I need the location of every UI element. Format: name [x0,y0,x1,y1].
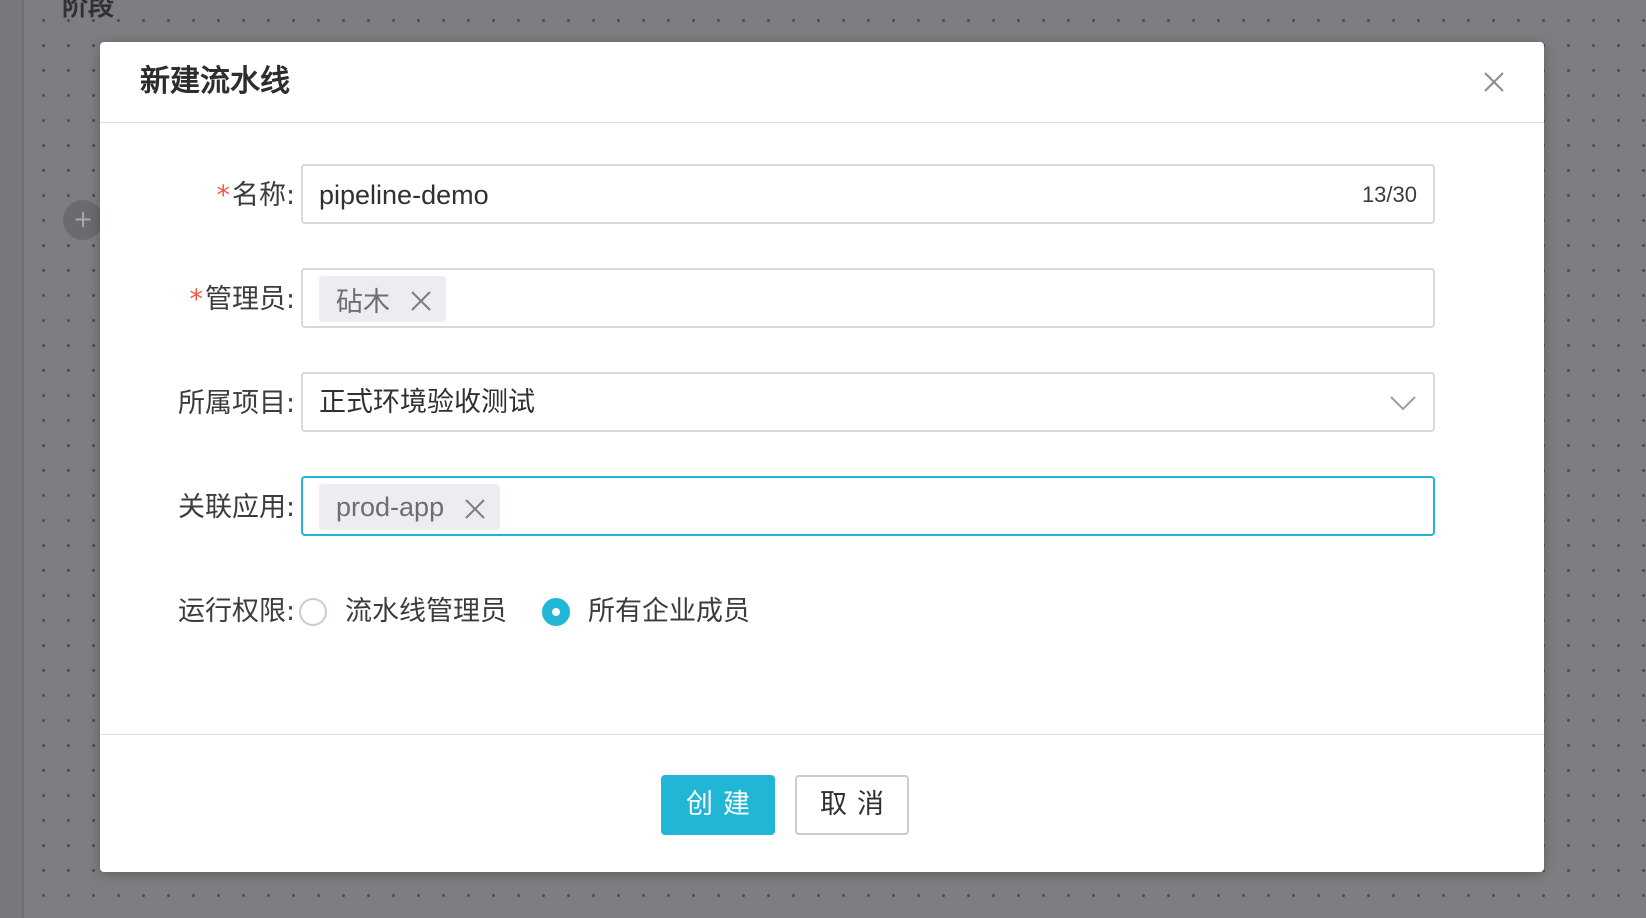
app-multiselect[interactable]: prod-app [301,476,1435,536]
required-mark: * [189,284,204,315]
chevron-down-icon[interactable] [1389,393,1417,413]
dialog-title: 新建流水线 [140,64,290,99]
admin-multiselect[interactable]: 砧木 [301,268,1435,328]
add-node-button[interactable]: + [63,200,103,240]
character-counter: 13/30 [1361,182,1417,207]
tag-remove-icon[interactable] [410,288,432,311]
app-label-text: 关联应用 [178,492,286,523]
radio-pipeline-admins[interactable]: 流水线管理员 [299,594,507,630]
permission-label-text: 运行权限 [178,596,286,627]
form-row-admin: *管理员 : 砧木 [100,268,1544,332]
project-label: 所属项目 [100,386,286,422]
cancel-button[interactable]: 取消 [795,775,909,835]
project-select[interactable]: 正式环境验收测试 [301,372,1435,432]
label-colon: : [286,284,296,315]
radio-label: 流水线管理员 [345,596,507,627]
close-button[interactable] [1476,64,1512,100]
project-select-value: 正式环境验收测试 [319,387,535,418]
project-label-text: 所属项目 [178,388,286,419]
name-label: *名称 [100,178,287,214]
label-colon: : [286,596,296,627]
admin-label-text: 管理员 [205,284,286,315]
new-pipeline-dialog: 新建流水线 *名称 : pipeline-demo 13/30 *管理员 : 砧… [100,42,1544,872]
admin-tag-label: 砧木 [336,286,390,318]
required-mark: * [216,180,231,211]
radio-circle[interactable] [299,598,327,626]
left-panel [0,0,24,918]
app-tag: prod-app [319,484,501,530]
radio-all-members[interactable]: 所有企业成员 [542,594,750,630]
tag-remove-icon[interactable] [464,496,486,519]
label-colon: : [286,492,296,523]
name-input[interactable]: pipeline-demo 13/30 [301,164,1435,224]
form-row-permission: 运行权限 : 流水线管理员 所有企业成员 [100,580,1544,644]
app-label: 关联应用 [100,490,286,526]
admin-label: *管理员 [100,282,287,318]
label-colon: : [286,180,296,211]
radio-circle-checked[interactable] [542,598,570,626]
form-row-app: 关联应用 : prod-app [100,476,1544,540]
create-button[interactable]: 创建 [661,775,775,835]
dialog-footer: 创建 取消 [100,734,1544,872]
form-row-name: *名称 : pipeline-demo 13/30 [100,164,1544,228]
form-row-project: 所属项目 : 正式环境验收测试 [100,372,1544,436]
dialog-header: 新建流水线 [100,42,1544,123]
permission-label: 运行权限 [100,594,286,630]
name-input-value[interactable]: pipeline-demo [319,178,489,212]
close-icon [1484,72,1504,92]
label-colon: : [286,388,296,419]
stage-title: 阶段 [62,0,115,22]
app-tag-label: prod-app [336,491,445,522]
radio-label: 所有企业成员 [588,596,750,627]
name-label-text: 名称 [232,180,286,211]
admin-tag: 砧木 [319,276,446,322]
